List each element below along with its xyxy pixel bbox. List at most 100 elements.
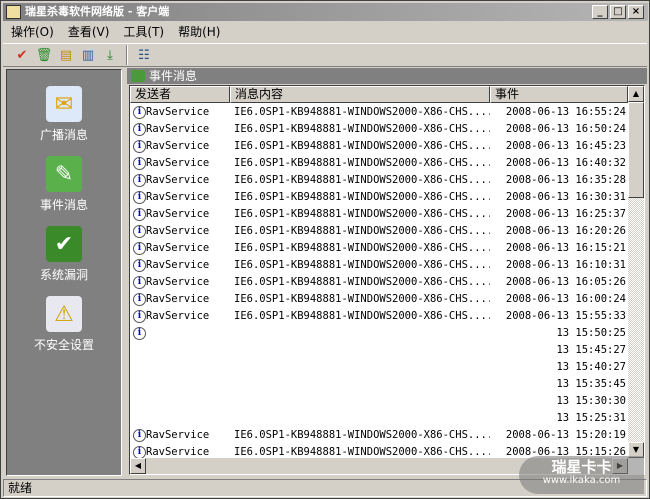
toolbar: ✔ 🗑 ▤ ▥ ⤓ ☷: [3, 43, 647, 67]
sidebar-item-unsafe-settings[interactable]: ⚠ 不安全设置: [7, 296, 121, 353]
cell-time: 2008-06-13 16:50:24: [505, 123, 626, 135]
table-row[interactable]: i 13 15:50:25: [130, 325, 628, 342]
scroll-thumb[interactable]: [628, 102, 644, 198]
cell-time: 2008-06-13 16:40:32: [505, 157, 626, 169]
sender-text: RavService: [146, 429, 210, 441]
sidebar-item-broadcast[interactable]: ✉ 广播消息: [7, 86, 121, 143]
close-button[interactable]: ×: [628, 5, 644, 19]
cell-sender: i RavService: [130, 206, 230, 223]
column-event[interactable]: 事件: [490, 86, 628, 103]
sender-text: RavService: [146, 446, 210, 458]
scan-icon[interactable]: ✔: [13, 46, 31, 64]
table-row[interactable]: 13 15:30:30: [130, 393, 628, 410]
event-list: 发送者 消息内容 事件 i RavService IE6.0SP1-KB948881…: [129, 85, 645, 475]
sender-text: RavService: [146, 157, 210, 169]
delete-icon[interactable]: 🗑: [35, 46, 53, 64]
info-icon: i: [133, 293, 146, 306]
cell-sender: i RavService: [130, 240, 230, 257]
cell-time: 2008-06-13 16:30:31: [505, 191, 626, 203]
table-row[interactable]: i RavService IE6.0SP1-KB948881-WINDOWS2000…: [130, 240, 628, 257]
settings-icon[interactable]: ☷: [135, 46, 153, 64]
cell-sender: i RavService: [130, 138, 230, 155]
cell-time: 13 15:25:31: [556, 412, 626, 424]
cell-time: 2008-06-13 16:15:21: [505, 242, 626, 254]
panel-title: 事件消息: [149, 69, 198, 83]
cell-content: IE6.0SP1-KB948881-WINDOWS2000-X86-CHS...…: [234, 242, 490, 254]
clear-report-icon[interactable]: ▥: [79, 46, 97, 64]
table-row[interactable]: 13 15:25:31: [130, 410, 628, 427]
cell-sender: [130, 393, 230, 410]
info-icon: i: [133, 191, 146, 204]
table-row[interactable]: i RavService IE6.0SP1-KB948881-WINDOWS2000…: [130, 172, 628, 189]
cell-content: IE6.0SP1-KB948881-WINDOWS2000-X86-CHS...…: [234, 259, 490, 271]
maximize-button[interactable]: □: [610, 5, 626, 19]
cell-sender: i RavService: [130, 257, 230, 274]
cell-time: 13 15:30:30: [556, 395, 626, 407]
table-row[interactable]: 13 15:35:45: [130, 376, 628, 393]
info-icon: i: [133, 106, 146, 119]
table-row[interactable]: i RavService IE6.0SP1-KB948881-WINDOWS2000…: [130, 155, 628, 172]
scroll-left-button[interactable]: ◀: [130, 458, 146, 474]
table-row[interactable]: i RavService IE6.0SP1-KB948881-WINDOWS2000…: [130, 223, 628, 240]
cell-content: [230, 325, 490, 342]
cell-sender: i RavService: [130, 155, 230, 172]
cell-content: IE6.0SP1-KB948881-WINDOWS2000-X86-CHS...…: [234, 123, 490, 135]
cell-sender: [130, 376, 230, 393]
menu-tools[interactable]: 工具(T): [123, 23, 164, 41]
menu-view[interactable]: 查看(V): [68, 23, 110, 41]
scroll-up-button[interactable]: ▲: [628, 86, 644, 102]
cell-content: IE6.0SP1-KB948881-WINDOWS2000-X86-CHS...…: [234, 276, 490, 288]
sidebar-item-vulnerability[interactable]: ✔ 系统漏洞: [7, 226, 121, 283]
table-row[interactable]: i RavService IE6.0SP1-KB948881-WINDOWS2000…: [130, 274, 628, 291]
cell-time: 2008-06-13 16:20:26: [505, 225, 626, 237]
app-icon: [6, 5, 21, 19]
cell-sender: i RavService: [130, 121, 230, 138]
column-sender[interactable]: 发送者: [130, 86, 230, 103]
cell-time: 13 15:35:45: [556, 378, 626, 390]
download-icon[interactable]: ⤓: [101, 46, 119, 64]
minimize-button[interactable]: _: [592, 5, 608, 19]
table-row[interactable]: 13 15:45:27: [130, 342, 628, 359]
cell-sender: i RavService: [130, 223, 230, 240]
info-icon: i: [133, 429, 146, 442]
info-icon: i: [133, 208, 146, 221]
menu-help[interactable]: 帮助(H): [178, 23, 220, 41]
menu-bar: 操作(O) 查看(V) 工具(T) 帮助(H): [5, 23, 220, 41]
sender-text: RavService: [146, 208, 210, 220]
menu-operate[interactable]: 操作(O): [11, 23, 54, 41]
table-row[interactable]: i RavService IE6.0SP1-KB948881-WINDOWS2000…: [130, 138, 628, 155]
table-row[interactable]: i RavService IE6.0SP1-KB948881-WINDOWS2000…: [130, 257, 628, 274]
table-row[interactable]: i RavService IE6.0SP1-KB948881-WINDOWS2000…: [130, 427, 628, 444]
cell-sender: [130, 359, 230, 376]
cell-content: IE6.0SP1-KB948881-WINDOWS2000-X86-CHS...…: [234, 310, 490, 322]
cell-sender: i RavService: [130, 274, 230, 291]
cell-content: [230, 376, 490, 393]
cell-sender: i RavService: [130, 427, 230, 444]
table-row[interactable]: 13 15:40:27: [130, 359, 628, 376]
table-row[interactable]: i RavService IE6.0SP1-KB948881-WINDOWS2000…: [130, 121, 628, 138]
table-row[interactable]: i RavService IE6.0SP1-KB948881-WINDOWS2000…: [130, 206, 628, 223]
cell-sender: i RavService: [130, 104, 230, 121]
report-icon[interactable]: ▤: [57, 46, 75, 64]
cell-content: IE6.0SP1-KB948881-WINDOWS2000-X86-CHS...…: [234, 140, 490, 152]
sidebar-label: 系统漏洞: [39, 268, 88, 282]
cell-sender: [130, 342, 230, 359]
cell-content: IE6.0SP1-KB948881-WINDOWS2000-X86-CHS...…: [234, 106, 490, 118]
panel-header: 事件消息: [127, 68, 647, 84]
event-panel: 事件消息 发送者 消息内容 事件 i RavService IE6.0SP1-KB9…: [127, 68, 647, 476]
table-row[interactable]: i RavService IE6.0SP1-KB948881-WINDOWS2000…: [130, 308, 628, 325]
column-content[interactable]: 消息内容: [230, 86, 490, 103]
cell-content: [230, 393, 490, 410]
sender-text: RavService: [146, 293, 210, 305]
sidebar-label: 事件消息: [39, 198, 88, 212]
table-row[interactable]: i RavService IE6.0SP1-KB948881-WINDOWS2000…: [130, 104, 628, 121]
info-icon: i: [133, 310, 146, 323]
sidebar-item-event[interactable]: ✎ 事件消息: [7, 156, 121, 213]
cell-time: 2008-06-13 15:20:19: [505, 429, 626, 441]
info-icon: i: [133, 242, 146, 255]
vertical-scrollbar[interactable]: ▲ ▼: [628, 86, 644, 458]
table-row[interactable]: i RavService IE6.0SP1-KB948881-WINDOWS2000…: [130, 291, 628, 308]
broadcast-icon: ✉: [46, 86, 82, 122]
table-row[interactable]: i RavService IE6.0SP1-KB948881-WINDOWS2000…: [130, 189, 628, 206]
cell-time: 2008-06-13 16:35:28: [505, 174, 626, 186]
